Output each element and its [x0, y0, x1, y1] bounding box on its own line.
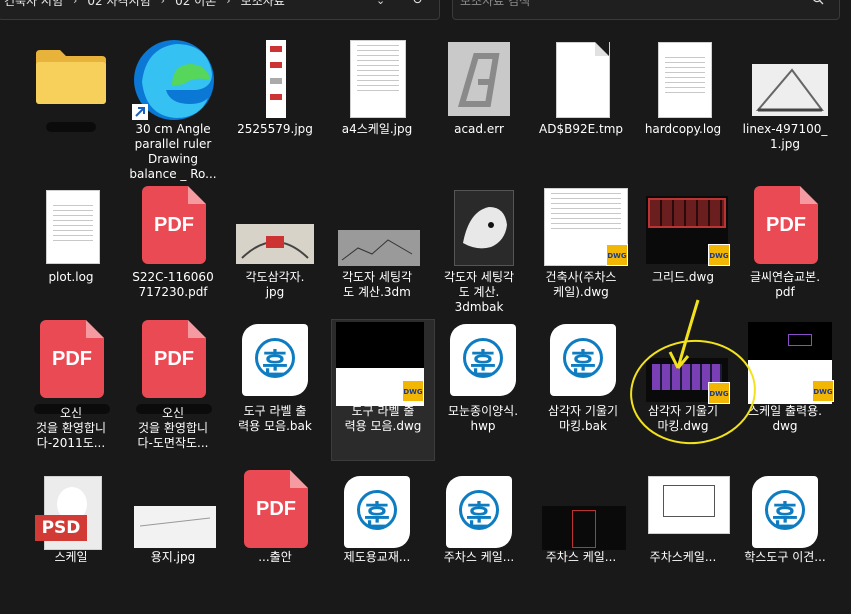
file-label: 그리드.dwg	[652, 270, 714, 284]
image-thumbnail	[752, 64, 828, 116]
file-item[interactable]: 훈 삼각자 기울기 마킹.bak	[532, 320, 634, 460]
file-label: 오신 것을 환영합니 다-도면작도...	[137, 406, 209, 450]
pdf-icon: PDF	[142, 186, 206, 264]
file-label: 건축사(주차스 케일).dwg	[545, 270, 617, 299]
hwp-icon: 훈	[344, 476, 410, 548]
file-label: 용지.jpg	[150, 550, 196, 564]
file-item[interactable]: PDF S22C-116060 717230.pdf	[122, 186, 224, 326]
arrow-annotation-icon	[668, 299, 700, 369]
dwg-badge-icon: DWG	[402, 380, 424, 402]
file-label: a4스케일.jpg	[341, 122, 413, 136]
file-label: 오신 것을 환영합니 다-2011도...	[35, 406, 107, 450]
pdf-icon: PDF	[754, 186, 818, 264]
rhino-icon	[454, 190, 514, 266]
file-label: S22C-116060 717230.pdf	[132, 270, 214, 299]
file-label: 주차스 케일...	[545, 550, 617, 564]
psd-icon: PSD	[35, 476, 102, 550]
dwg-thumbnail	[648, 476, 730, 534]
file-item[interactable]: a4스케일.jpg	[326, 38, 428, 178]
file-item[interactable]: PDF 오신 것을 환영합니 다-도면작도...	[122, 320, 224, 460]
file-label: 학스도구 이견...	[744, 550, 826, 564]
file-item[interactable]: PDF ...출안	[224, 470, 326, 614]
file-item[interactable]: 각도삼각자. jpg	[224, 186, 326, 326]
file-label: 모눈종이양식. hwp	[447, 404, 519, 433]
file-item[interactable]: linex-497100_ 1.jpg	[734, 38, 836, 178]
redacted-label	[46, 122, 96, 132]
image-thumbnail	[266, 40, 286, 118]
file-label: 주차스케일...	[649, 550, 717, 564]
file-label: 각도자 세팅각 도 계산. 3dmbak	[443, 270, 515, 314]
file-label: 글씨연습교본. pdf	[749, 270, 821, 299]
dwg-badge-icon: DWG	[606, 244, 628, 266]
file-label: ...출안	[258, 550, 292, 564]
hwp-icon: 훈	[242, 324, 308, 396]
dwg-badge-icon: DWG	[708, 244, 730, 266]
file-item[interactable]: 훈 학스도구 이견...	[734, 474, 836, 614]
file-item[interactable]: 각도자 세팅각 도 계산.3dm	[326, 186, 428, 326]
file-label: acad.err	[454, 122, 504, 136]
image-thumbnail	[338, 230, 420, 266]
file-item[interactable]: 주차스 케일...	[530, 474, 632, 614]
file-label: 도구 라벨 출 력용 모음.bak	[238, 404, 312, 433]
hwp-icon: 훈	[550, 324, 616, 396]
text-file-icon	[658, 42, 712, 118]
pdf-icon: PDF	[244, 470, 308, 548]
pdf-icon: PDF	[142, 320, 206, 398]
file-label: linex-497100_ 1.jpg	[742, 122, 828, 151]
file-label: 2525579.jpg	[237, 122, 313, 136]
file-item[interactable]: 훈 모눈종이양식. hwp	[432, 320, 534, 460]
hwp-icon: 훈	[450, 324, 516, 396]
file-item[interactable]: 훈 제도용교재...	[326, 474, 428, 614]
file-item[interactable]: hardcopy.log	[632, 38, 734, 178]
image-thumbnail	[350, 40, 406, 118]
file-item[interactable]: DWG 건축사(주차스 케일).dwg	[530, 186, 632, 326]
autocad-icon	[448, 42, 510, 116]
file-item[interactable]: 훈 주차스 케일...	[428, 474, 530, 614]
file-label: hardcopy.log	[644, 122, 722, 136]
file-item[interactable]: 각도자 세팅각 도 계산. 3dmbak	[428, 186, 530, 326]
file-item[interactable]: PDF 오신 것을 환영합니 다-2011도...	[20, 320, 122, 460]
file-label: 주차스 케일...	[443, 550, 515, 564]
file-grid: 30 cm Angle parallel ruler Drawing balan…	[0, 0, 851, 564]
hwp-icon: 훈	[752, 476, 818, 548]
image-thumbnail	[134, 506, 216, 548]
pdf-icon: PDF	[40, 320, 104, 398]
file-item[interactable]: 2525579.jpg	[224, 38, 326, 178]
file-item[interactable]: 훈 도구 라벨 출 력용 모음.bak	[224, 320, 326, 460]
file-item[interactable]: acad.err	[428, 38, 530, 178]
dwg-badge-icon: DWG	[812, 380, 834, 402]
dwg-thumbnail	[542, 506, 626, 550]
file-label: 제도용교재...	[343, 550, 411, 564]
file-label: 스케일	[54, 550, 88, 564]
file-label: AD$B92E.tmp	[539, 122, 623, 136]
image-thumbnail	[236, 224, 314, 264]
file-item[interactable]: AD$B92E.tmp	[530, 38, 632, 178]
hwp-icon: 훈	[446, 476, 512, 548]
fold-icon	[595, 42, 609, 56]
shortcut-arrow-icon	[132, 104, 148, 120]
file-label: 각도자 세팅각 도 계산.3dm	[341, 270, 413, 299]
file-label: 30 cm Angle parallel ruler Drawing balan…	[129, 122, 217, 181]
file-item[interactable]: 주차스케일...	[632, 474, 734, 614]
file-label: 삼각자 기울기 마킹.bak	[547, 404, 619, 433]
file-item[interactable]: PDF 글씨연습교본. pdf	[734, 186, 836, 326]
file-item[interactable]	[20, 38, 122, 178]
text-file-icon	[46, 190, 100, 264]
file-label: 도구 라벨 출 력용 모음.dwg	[344, 404, 422, 433]
file-label: 각도삼각자. jpg	[245, 270, 305, 299]
folder-icon	[36, 50, 106, 104]
file-item[interactable]: PSD 스케일	[20, 474, 122, 614]
file-item[interactable]: 30 cm Angle parallel ruler Drawing balan…	[122, 38, 224, 181]
file-item-selected[interactable]: DWG 도구 라벨 출 력용 모음.dwg	[331, 319, 435, 461]
file-item[interactable]: plot.log	[20, 186, 122, 326]
file-label: plot.log	[48, 270, 94, 284]
file-item[interactable]: 용지.jpg	[122, 474, 224, 614]
